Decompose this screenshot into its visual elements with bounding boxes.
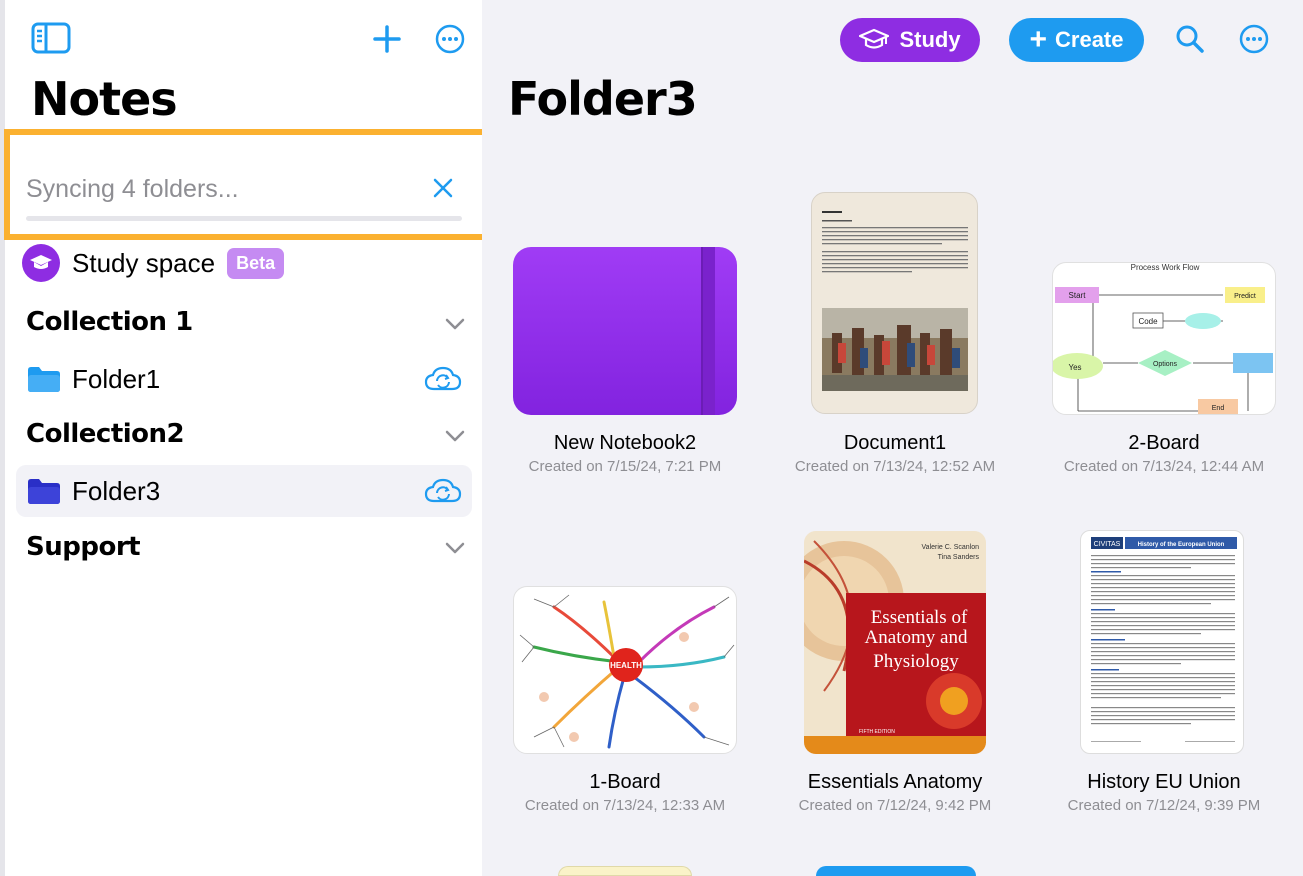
flowchart-label: Start [1069,291,1087,300]
beta-badge: Beta [227,247,285,279]
create-button[interactable]: + Create [1009,18,1144,62]
study-space-item[interactable]: Study space Beta [22,243,285,283]
notebook-spine [703,247,715,415]
folder-label: Folder1 [72,364,161,394]
grid-item-partial[interactable] [558,866,692,876]
page-title: Folder3 [508,72,698,126]
cloud-sync-icon[interactable] [424,365,462,393]
folder-label: Folder3 [72,476,161,506]
item-date: Created on 7/12/24, 9:39 PM [1067,797,1261,814]
create-button-label: Create [1055,27,1124,52]
sidebar-item-folder1[interactable]: Folder1 [16,353,472,405]
folder-icon [26,365,62,393]
more-options-icon[interactable] [431,20,469,58]
document-thumbnail[interactable] [811,192,978,414]
search-icon[interactable] [1171,20,1209,58]
sync-status-text: Syncing 4 folders... [26,175,239,203]
document-page-image [822,211,968,391]
document-thumbnail[interactable]: CIVITAS History of the European Union [1080,530,1244,754]
study-space-label: Study space [72,247,216,278]
flowchart-label: Predict [1234,293,1256,300]
item-title: History EU Union [1087,771,1241,793]
collection-header-2[interactable]: Collection2 [26,419,185,449]
flowchart-label: End [1212,405,1225,412]
graduation-cap-icon [22,244,60,282]
study-button-label: Study [899,27,961,52]
flowchart-label: Yes [1068,363,1081,372]
item-title: 2-Board [1128,432,1200,454]
add-icon[interactable] [368,20,406,58]
chevron-down-icon[interactable] [443,316,467,332]
collection-header-support[interactable]: Support [26,532,141,562]
item-date: Created on 7/13/24, 12:33 AM [524,797,726,814]
book-cover-image: Valerie C. Scanlon Tina Sanders Essentia… [804,531,986,754]
chevron-down-icon[interactable] [443,540,467,556]
board-thumbnail[interactable]: HEALTH [513,586,737,754]
book-edition: FIFTH EDITION [859,729,895,735]
sync-status-panel: Syncing 4 folders... [4,129,498,240]
sidebar-toggle-icon[interactable] [29,20,73,56]
item-date: Created on 7/13/24, 12:52 AM [794,458,996,475]
plus-icon: + [1029,23,1048,56]
book-cover-thumbnail[interactable]: Valerie C. Scanlon Tina Sanders Essentia… [804,531,986,754]
cloud-sync-icon[interactable] [424,477,462,505]
item-title: Essentials Anatomy [807,771,983,793]
book-author: Tina Sanders [938,554,980,561]
grid-item-partial[interactable] [816,866,976,876]
item-title: Document1 [843,432,947,454]
collection-header-1[interactable]: Collection 1 [26,307,193,337]
eu-header: History of the European Union [1138,542,1225,548]
item-date: Created on 7/15/24, 7:21 PM [528,458,722,475]
flowchart-label: Code [1138,317,1158,326]
board-thumbnail[interactable]: Process Work Flow Start Predict Code Yes… [1052,262,1276,415]
folder-icon [26,477,62,505]
study-button[interactable]: Study [840,18,980,62]
mindmap-center-label: HEALTH [610,661,642,670]
item-title: New Notebook2 [553,432,697,454]
main-content: Study + Create Folder3 New Notebook2 Cre… [482,0,1303,876]
graduation-cap-icon [859,28,890,49]
close-icon[interactable] [430,175,456,201]
book-title-line: Physiology [873,651,959,672]
chevron-down-icon[interactable] [443,428,467,444]
sidebar-item-folder3[interactable]: Folder3 [16,465,472,517]
book-title-line: Essentials of [871,607,968,628]
book-title-line: Anatomy and [865,627,968,648]
item-title: 1-Board [589,771,661,793]
flowchart-label: Options [1153,361,1178,368]
mindmap-image: HEALTH [519,594,735,749]
sidebar-title: Notes [31,72,178,126]
item-date: Created on 7/12/24, 9:42 PM [798,797,992,814]
flowchart-image: Process Work Flow Start Predict Code Yes… [1053,263,1273,414]
document-page-image: CIVITAS History of the European Union [1091,537,1237,742]
eu-logo: CIVITAS [1094,541,1121,548]
notebook-thumbnail[interactable] [513,247,737,415]
more-options-icon[interactable] [1235,20,1273,58]
sync-progress-bar [26,216,462,221]
board-title: Process Work Flow [1131,263,1200,272]
item-date: Created on 7/13/24, 12:44 AM [1063,458,1265,475]
book-author: Valerie C. Scanlon [922,544,980,551]
